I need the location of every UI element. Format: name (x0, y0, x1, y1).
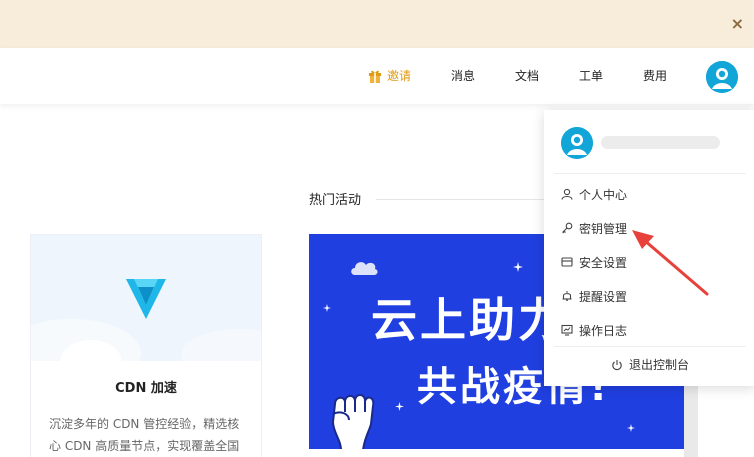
menu-item-label: 操作日志 (579, 323, 628, 338)
avatar-user-icon (706, 61, 738, 93)
log-icon (561, 324, 573, 336)
menu-item-security[interactable]: 安全设置 (561, 252, 627, 272)
cdn-logo-icon (126, 279, 166, 319)
dropdown-avatar (561, 127, 593, 159)
nav-tickets[interactable]: 工单 (579, 67, 603, 85)
sparkle-icon (323, 304, 331, 312)
user-icon (561, 188, 573, 200)
dropdown-divider (554, 173, 746, 174)
menu-item-logs[interactable]: 操作日志 (561, 320, 627, 340)
nav-invite-label: 邀请 (387, 69, 412, 83)
menu-item-profile[interactable]: 个人中心 (561, 184, 627, 204)
nav-billing[interactable]: 费用 (643, 67, 667, 85)
scrollbar[interactable] (684, 380, 698, 457)
notice-bar: × (0, 0, 754, 48)
username-placeholder (601, 136, 720, 149)
bell-icon (562, 291, 572, 301)
menu-item-label: 密钥管理 (579, 221, 628, 236)
product-title: CDN 加速 (115, 381, 177, 396)
shield-icon (561, 257, 573, 267)
menu-item-keys[interactable]: 密钥管理 (561, 218, 627, 238)
nav-docs[interactable]: 文档 (515, 67, 539, 85)
sparkle-icon (513, 262, 523, 272)
user-dropdown-menu: 个人中心 密钥管理 安全设置 提醒设置 操作日志 退出控制台 (544, 110, 754, 386)
logout-button[interactable]: 退出控制台 (544, 356, 754, 373)
nav-messages[interactable]: 消息 (451, 67, 475, 85)
product-card[interactable]: CDN 加速 沉淀多年的 CDN 管控经验，精选核心 CDN 高质量节点，实现覆… (30, 234, 262, 457)
sparkle-icon (395, 402, 404, 411)
banner-headline-1: 云上助力 (371, 293, 567, 347)
section-divider (376, 199, 551, 200)
section-title: 热门活动 (309, 193, 362, 208)
top-header: 邀请 消息 文档 工单 费用 (0, 48, 754, 104)
product-illustration (31, 235, 261, 361)
product-description: 沉淀多年的 CDN 管控经验，精选核心 CDN 高质量节点，实现覆盖全国 (49, 417, 240, 453)
avatar-user-icon (561, 127, 593, 159)
fist-icon (331, 394, 375, 449)
power-icon (612, 359, 622, 370)
menu-item-label: 安全设置 (579, 255, 628, 270)
menu-item-reminders[interactable]: 提醒设置 (561, 286, 627, 306)
logout-label: 退出控制台 (628, 358, 689, 372)
cloud-icon (351, 262, 378, 275)
nav-invite[interactable]: 邀请 (368, 67, 411, 85)
menu-item-label: 个人中心 (579, 187, 628, 202)
menu-item-label: 提醒设置 (579, 289, 628, 304)
user-avatar[interactable] (706, 61, 738, 93)
dropdown-divider (554, 346, 746, 347)
sparkle-icon (627, 424, 635, 432)
notice-close-button[interactable]: × (731, 14, 744, 34)
key-icon (562, 222, 573, 234)
gift-icon (369, 70, 381, 83)
